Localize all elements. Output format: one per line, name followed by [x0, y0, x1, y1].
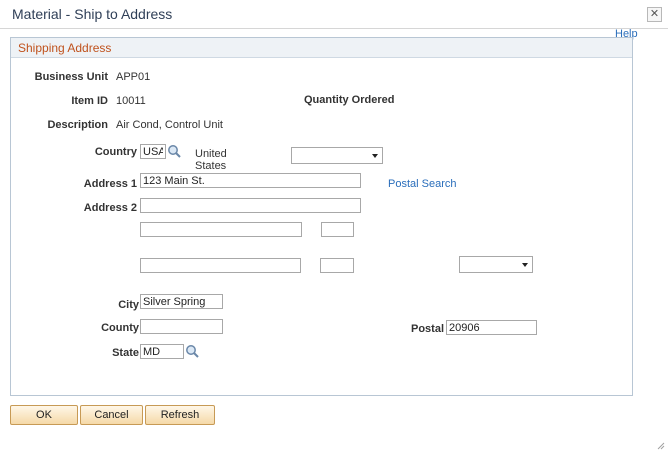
window-title: Material - Ship to Address — [12, 6, 173, 22]
quantity-ordered-label: Quantity Ordered — [304, 94, 395, 106]
cancel-button[interactable]: Cancel — [80, 405, 143, 425]
item-id-value: 10011 — [116, 95, 146, 107]
county-label: County — [101, 322, 139, 334]
city-input[interactable] — [140, 294, 223, 309]
postal-label: Postal — [410, 323, 444, 335]
postal-search-link[interactable]: Postal Search — [388, 178, 456, 190]
ok-button[interactable]: OK — [10, 405, 78, 425]
state-input[interactable] — [140, 344, 184, 359]
address-format-dropdown[interactable] — [291, 147, 383, 164]
country-description: United States — [195, 148, 227, 172]
group-title: Shipping Address — [18, 41, 112, 55]
state-label: State — [112, 347, 139, 359]
country-lookup-icon[interactable] — [167, 144, 181, 158]
chevron-down-icon — [522, 263, 528, 267]
county-input[interactable] — [140, 319, 223, 334]
chevron-down-icon — [372, 154, 378, 158]
address3-input[interactable] — [140, 222, 302, 237]
item-id-label: Item ID — [71, 95, 108, 107]
country-label: Country — [94, 146, 137, 158]
address-field-small-input[interactable] — [320, 258, 354, 273]
address2-input[interactable] — [140, 198, 361, 213]
refresh-button[interactable]: Refresh — [145, 405, 215, 425]
address-type-dropdown[interactable] — [459, 256, 533, 273]
house-number-input[interactable] — [321, 222, 354, 237]
country-input[interactable] — [140, 144, 166, 159]
business-unit-value: APP01 — [116, 71, 151, 83]
address1-input[interactable] — [140, 173, 361, 188]
business-unit-label: Business Unit — [34, 71, 108, 83]
resize-grip-icon[interactable] — [655, 440, 665, 450]
address2-label: Address 2 — [83, 202, 137, 214]
shipping-address-group — [10, 37, 633, 396]
close-button[interactable]: ✕ — [647, 7, 662, 22]
country-description-line1: United — [195, 148, 227, 160]
address4-input[interactable] — [140, 258, 301, 273]
country-description-line2: States — [195, 160, 227, 172]
city-label: City — [118, 299, 139, 311]
postal-input[interactable] — [446, 320, 537, 335]
state-lookup-icon[interactable] — [185, 344, 199, 358]
description-value: Air Cond, Control Unit — [116, 119, 223, 131]
address1-label: Address 1 — [83, 178, 137, 190]
description-label: Description — [47, 119, 108, 131]
